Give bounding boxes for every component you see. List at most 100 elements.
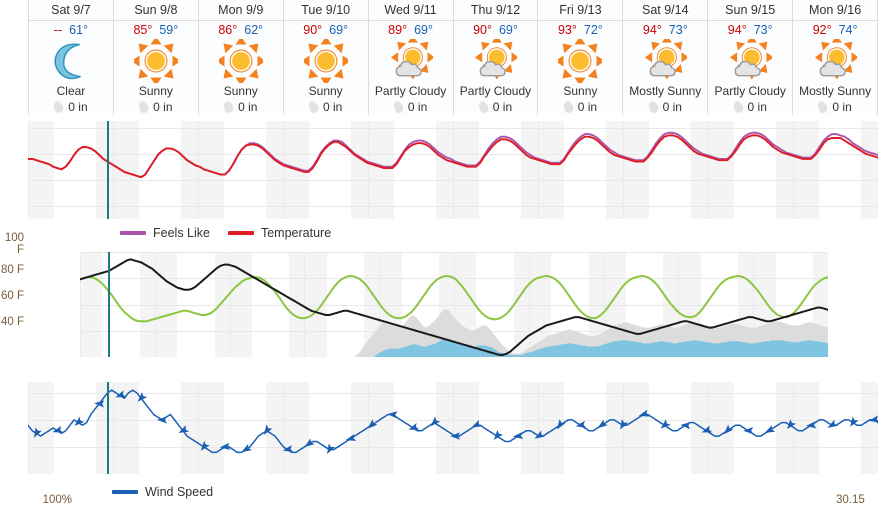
forecast-high-temp: -- — [53, 23, 63, 38]
forecast-temps: 90° 69° — [454, 21, 538, 39]
forecast-precip: 0 in — [284, 98, 368, 115]
temperature-chart: 100 F 80 F 60 F 40 F Feels Like Temperature — [0, 116, 878, 328]
water-drop-icon — [561, 99, 575, 114]
wind-direction-arrow — [304, 438, 315, 448]
forecast-date-label: Sat 9/7 — [29, 0, 113, 21]
sun-icon — [114, 39, 198, 84]
forecast-temps: 92° 74° — [793, 21, 877, 39]
legend-item[interactable]: Feels Like — [120, 226, 210, 240]
forecast-low-temp: 73° — [668, 23, 688, 38]
forecast-precip: 0 in — [454, 98, 538, 115]
conditions-plot-area — [80, 252, 828, 357]
forecast-day-column[interactable]: Mon 9/9 86° 62° Sunny 0 in — [198, 0, 284, 115]
forecast-precip: 0 in — [623, 98, 707, 115]
water-drop-icon — [477, 99, 490, 114]
wind-direction-arrow — [387, 411, 398, 419]
forecast-temps: 85° 59° — [114, 21, 198, 39]
legend-item[interactable]: Temperature — [227, 226, 331, 240]
wind-direction-arrow — [408, 422, 420, 430]
sun-cloud-icon — [708, 39, 792, 83]
sun-cloud-icon — [369, 39, 453, 83]
wind-direction-arrow — [786, 419, 797, 430]
forecast-condition-label: Sunny — [223, 84, 258, 99]
legend-item[interactable]: Wind Speed — [112, 485, 213, 499]
forecast-high-temp: 86° — [218, 23, 238, 38]
forecast-day-table: Sat 9/7 -- 61° Clear 0 in Sun 9/8 85° 59° Sunn… — [28, 0, 878, 115]
forecast-high-temp: 89° — [388, 23, 408, 38]
sun-icon — [199, 39, 283, 84]
wind-plot-area — [28, 382, 878, 474]
forecast-precip: 0 in — [29, 98, 113, 115]
wind-direction-arrow — [764, 425, 776, 433]
series-humidity — [80, 275, 828, 323]
forecast-precip-value: 0 in — [68, 99, 88, 114]
wind-direction-arrow — [827, 419, 839, 428]
forecast-date-label: Fri 9/13 — [538, 0, 623, 21]
forecast-date-label: Tue 9/10 — [283, 0, 368, 21]
forecast-low-temp: 61° — [69, 23, 89, 38]
conditions-chart: 100%75%50%25%0% 30.1530.0529.9529.8529.7… — [0, 248, 878, 506]
sun-cloud-icon — [793, 39, 877, 83]
forecast-precip: 0 in — [708, 98, 792, 115]
forecast-day-column[interactable]: Mon 9/16 92° 74° Mostly Sunny 0 in — [793, 0, 878, 115]
forecast-precip-value: 0 in — [577, 99, 598, 114]
forecast-temps: 93° 72° — [538, 21, 622, 39]
forecast-temps: 90° 69° — [284, 21, 368, 39]
forecast-condition-label: Sunny — [308, 84, 343, 99]
forecast-date-label: Mon 9/9 — [198, 0, 283, 21]
series-temperature — [28, 134, 878, 179]
temperature-plot-area — [28, 121, 878, 219]
forecast-day-column[interactable]: Tue 9/10 90° 69° Sunny 0 in — [283, 0, 369, 115]
forecast-low-temp: 74° — [838, 23, 858, 38]
forecast-low-temp: 69° — [329, 23, 349, 38]
forecast-high-temp: 92° — [812, 23, 832, 38]
forecast-date-label: Wed 9/11 — [368, 0, 453, 21]
forecast-temps: 94° 73° — [623, 21, 707, 39]
forecast-day-column[interactable]: Wed 9/11 89° 69° Partly Cloudy 0 in — [368, 0, 454, 115]
forecast-precip-value: 0 in — [492, 99, 513, 114]
forecast-high-temp: 94° — [727, 23, 747, 38]
forecast-day-column[interactable]: Sun 9/8 85° 59° Sunny 0 in — [113, 0, 199, 115]
water-drop-icon — [307, 99, 320, 114]
forecast-precip: 0 in — [538, 98, 622, 115]
forecast-low-temp: 59° — [159, 23, 179, 38]
forecast-precip-value: 0 in — [832, 99, 852, 114]
sun-cloud-icon — [623, 39, 707, 83]
temperature-legend: Feels Like Temperature — [120, 226, 349, 240]
forecast-day-column[interactable]: Sun 9/15 94° 73° Partly Cloudy 0 in — [708, 0, 794, 115]
wind-direction-arrow — [74, 416, 85, 426]
wind-direction-arrow — [367, 419, 378, 429]
forecast-temps: 89° 69° — [369, 21, 453, 39]
current-time-indicator — [107, 252, 110, 357]
forecast-low-temp: 69° — [414, 23, 433, 38]
wind-direction-arrow — [701, 425, 713, 433]
forecast-precip: 0 in — [793, 98, 877, 115]
forecast-condition-label: Sunny — [563, 84, 598, 99]
series-wind-speed — [28, 389, 878, 454]
forecast-condition-label: Partly Cloudy — [374, 84, 447, 99]
legend-line — [120, 231, 146, 235]
forecast-date-label: Sun 9/8 — [113, 0, 198, 21]
legend-line — [227, 231, 254, 235]
forecast-condition-label: Clear — [56, 84, 86, 99]
forecast-precip-value: 0 in — [662, 99, 682, 114]
legend-label: Feels Like — [153, 226, 210, 240]
forecast-high-temp: 93° — [557, 23, 577, 38]
forecast-condition-label: Mostly Sunny — [629, 84, 702, 99]
wind-chart: 151050 Wind Speed — [0, 376, 878, 506]
legend-label: Wind Speed — [145, 485, 214, 499]
forecast-precip: 0 in — [369, 98, 453, 115]
wind-direction-arrow — [534, 430, 545, 439]
water-drop-icon — [816, 99, 830, 114]
wind-direction-arrow — [850, 416, 859, 427]
forecast-day-column[interactable]: Sat 9/7 -- 61° Clear 0 in — [29, 0, 114, 115]
forecast-day-column[interactable]: Sat 9/14 94° 73° Mostly Sunny 0 in — [623, 0, 709, 115]
forecast-day-column[interactable]: Thu 9/12 90° 69° Partly Cloudy 0 in — [453, 0, 539, 115]
forecast-precip: 0 in — [114, 98, 198, 115]
forecast-high-temp: 94° — [642, 23, 662, 38]
wind-direction-arrow — [723, 424, 734, 435]
water-drop-icon — [392, 99, 405, 114]
forecast-day-column[interactable]: Fri 9/13 93° 72° Sunny 0 in — [538, 0, 624, 115]
sun-icon — [538, 39, 622, 84]
wind-direction-arrow — [430, 416, 441, 427]
